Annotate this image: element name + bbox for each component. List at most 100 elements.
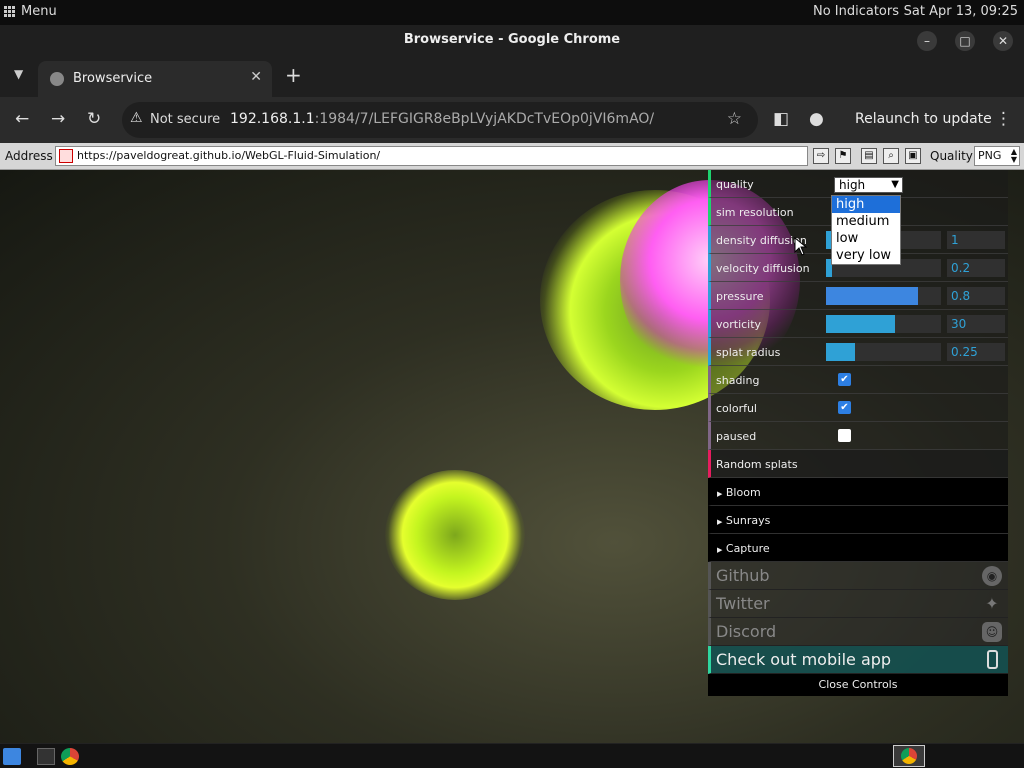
paused-checkbox[interactable] xyxy=(838,429,851,442)
minimize-icon: – xyxy=(924,34,930,48)
folder-title: Bloom xyxy=(725,486,761,499)
app-grid-icon xyxy=(4,6,15,17)
splat-radius-slider[interactable] xyxy=(826,343,941,361)
velocity-diffusion-input[interactable]: 0.2 xyxy=(947,259,1005,277)
discord-icon: ☺ xyxy=(982,622,1002,642)
close-controls-button[interactable]: Close Controls xyxy=(708,674,1008,696)
new-tab-button[interactable]: + xyxy=(285,63,302,87)
tab-browservice[interactable]: Browservice ✕ xyxy=(38,61,272,97)
url-host: 192.168.1.1 xyxy=(230,111,315,127)
go-arrow-icon[interactable]: ⇨ xyxy=(813,148,829,164)
vorticity-slider[interactable] xyxy=(826,315,941,333)
chrome-icon[interactable] xyxy=(61,748,79,765)
show-desktop-icon[interactable] xyxy=(3,748,21,765)
splat-radius-input[interactable]: 0.25 xyxy=(947,343,1005,361)
colorful-checkbox[interactable]: ✔ xyxy=(838,401,851,414)
window-title: Browservice - Google Chrome xyxy=(403,32,621,47)
caret-right-icon: ▶ xyxy=(717,546,723,554)
link-label: Discord xyxy=(716,622,777,641)
random-splats-button[interactable]: Random splats xyxy=(708,450,1008,478)
colorful-row: colorful ✔ xyxy=(708,394,1008,422)
close-tab-icon[interactable]: ✕ xyxy=(250,69,262,85)
window-titlebar: Browservice - Google Chrome – □ ✕ xyxy=(0,25,1024,57)
quality-dropdown-value: high xyxy=(839,178,866,192)
github-icon: ◉ xyxy=(982,566,1002,586)
terminal-icon[interactable] xyxy=(37,748,55,765)
control-label: vorticity xyxy=(716,318,762,331)
quality-value: PNG xyxy=(978,149,1002,162)
discord-link[interactable]: Discord ☺ xyxy=(708,618,1008,646)
folder-title: Sunrays xyxy=(725,514,771,527)
dropdown-option[interactable]: high xyxy=(832,196,900,213)
slider-fill xyxy=(826,287,918,305)
side-panel-icon[interactable]: ◧ xyxy=(773,109,789,129)
splat-radius-row: splat radius 0.25 xyxy=(708,338,1008,366)
link-label: Twitter xyxy=(716,594,770,613)
bookmark-star-icon[interactable]: ☆ xyxy=(727,109,742,129)
system-indicators[interactable]: No Indicators xyxy=(813,4,899,19)
quality-dropdown[interactable]: high ▼ xyxy=(834,177,903,193)
folder-title: Capture xyxy=(725,542,770,555)
pressure-input[interactable]: 0.8 xyxy=(947,287,1005,305)
browservice-toolbar: Address https://paveldogreat.github.io/W… xyxy=(0,143,1024,170)
reload-icon[interactable]: ↻ xyxy=(87,109,101,129)
relaunch-to-update-button[interactable]: Relaunch to update xyxy=(855,111,992,127)
quality-select[interactable]: PNG ▲ ▼ xyxy=(974,146,1020,166)
pressure-slider[interactable] xyxy=(826,287,941,305)
caret-right-icon: ▶ xyxy=(717,490,723,498)
dropdown-option[interactable]: medium xyxy=(832,213,900,230)
vorticity-input[interactable]: 30 xyxy=(947,315,1005,333)
omnibox-url[interactable]: 192.168.1.1:1984/7/LEFGIGR8eBpLVyjAKDcTv… xyxy=(230,111,654,127)
taskbar xyxy=(0,743,1024,768)
mobile-app-link[interactable]: Check out mobile app xyxy=(708,646,1008,674)
chrome-window-button[interactable] xyxy=(893,745,925,767)
bookmark-icon[interactable]: ⚑ xyxy=(835,148,851,164)
system-menu-label: Menu xyxy=(21,4,57,19)
dropdown-option[interactable]: very low xyxy=(832,247,900,264)
tab-title: Browservice xyxy=(73,71,153,86)
forward-arrow-icon[interactable]: → xyxy=(51,109,65,129)
chrome-icon xyxy=(901,748,917,764)
control-label: shading xyxy=(716,374,760,387)
maximize-button[interactable]: □ xyxy=(955,31,975,51)
url-path: :1984/7/LEFGIGR8eBpLVyjAKDcTvEOp0jVI6mAO… xyxy=(314,111,655,127)
folder-sunrays[interactable]: ▶ Sunrays xyxy=(708,506,1008,534)
omnibox[interactable]: ⚠ Not secure 192.168.1.1:1984/7/LEFGIGR8… xyxy=(122,102,758,138)
security-status[interactable]: Not secure xyxy=(150,112,220,127)
back-arrow-icon[interactable]: ← xyxy=(15,109,29,129)
close-icon: ✕ xyxy=(997,34,1009,48)
density-diffusion-input[interactable]: 1 xyxy=(947,231,1005,249)
slider-fill xyxy=(826,343,855,361)
address-field[interactable]: https://paveldogreat.github.io/WebGL-Flu… xyxy=(55,146,808,166)
system-menu-button[interactable]: Menu xyxy=(4,4,57,19)
favicon-missing-icon xyxy=(59,149,73,163)
kebab-menu-icon[interactable]: ⋮ xyxy=(995,109,1012,129)
quality-row: quality high ▼ xyxy=(708,170,1008,198)
twitter-icon: ✦ xyxy=(985,594,999,613)
github-link[interactable]: Github ◉ xyxy=(708,562,1008,590)
twitter-link[interactable]: Twitter ✦ xyxy=(708,590,1008,618)
tab-strip: ▼ Browservice ✕ + xyxy=(0,57,1024,97)
folder-capture[interactable]: ▶ Capture xyxy=(708,534,1008,562)
dropdown-option[interactable]: low xyxy=(832,230,900,247)
find-icon[interactable]: ⌕ xyxy=(883,148,899,164)
bookmarks-list-icon[interactable]: ▤ xyxy=(861,148,877,164)
system-clock[interactable]: Sat Apr 13, 09:25 xyxy=(904,4,1018,19)
tab-search-icon[interactable]: ▼ xyxy=(14,67,23,81)
address-label: Address xyxy=(5,149,53,163)
minimize-button[interactable]: – xyxy=(917,31,937,51)
spinner-arrows-icon[interactable]: ▲ ▼ xyxy=(1011,148,1017,164)
paused-row: paused xyxy=(708,422,1008,450)
shading-row: shading ✔ xyxy=(708,366,1008,394)
pressure-row: pressure 0.8 xyxy=(708,282,1008,310)
control-label: sim resolution xyxy=(716,206,794,219)
close-window-button[interactable]: ✕ xyxy=(993,31,1013,51)
slider-fill xyxy=(826,315,895,333)
mouse-cursor-icon xyxy=(794,237,808,256)
globe-icon xyxy=(50,72,64,86)
shading-checkbox[interactable]: ✔ xyxy=(838,373,851,386)
folder-bloom[interactable]: ▶ Bloom xyxy=(708,478,1008,506)
profile-icon[interactable]: ● xyxy=(809,109,824,129)
warning-icon[interactable]: ⚠ xyxy=(130,110,143,126)
clipboard-icon[interactable]: ▣ xyxy=(905,148,921,164)
